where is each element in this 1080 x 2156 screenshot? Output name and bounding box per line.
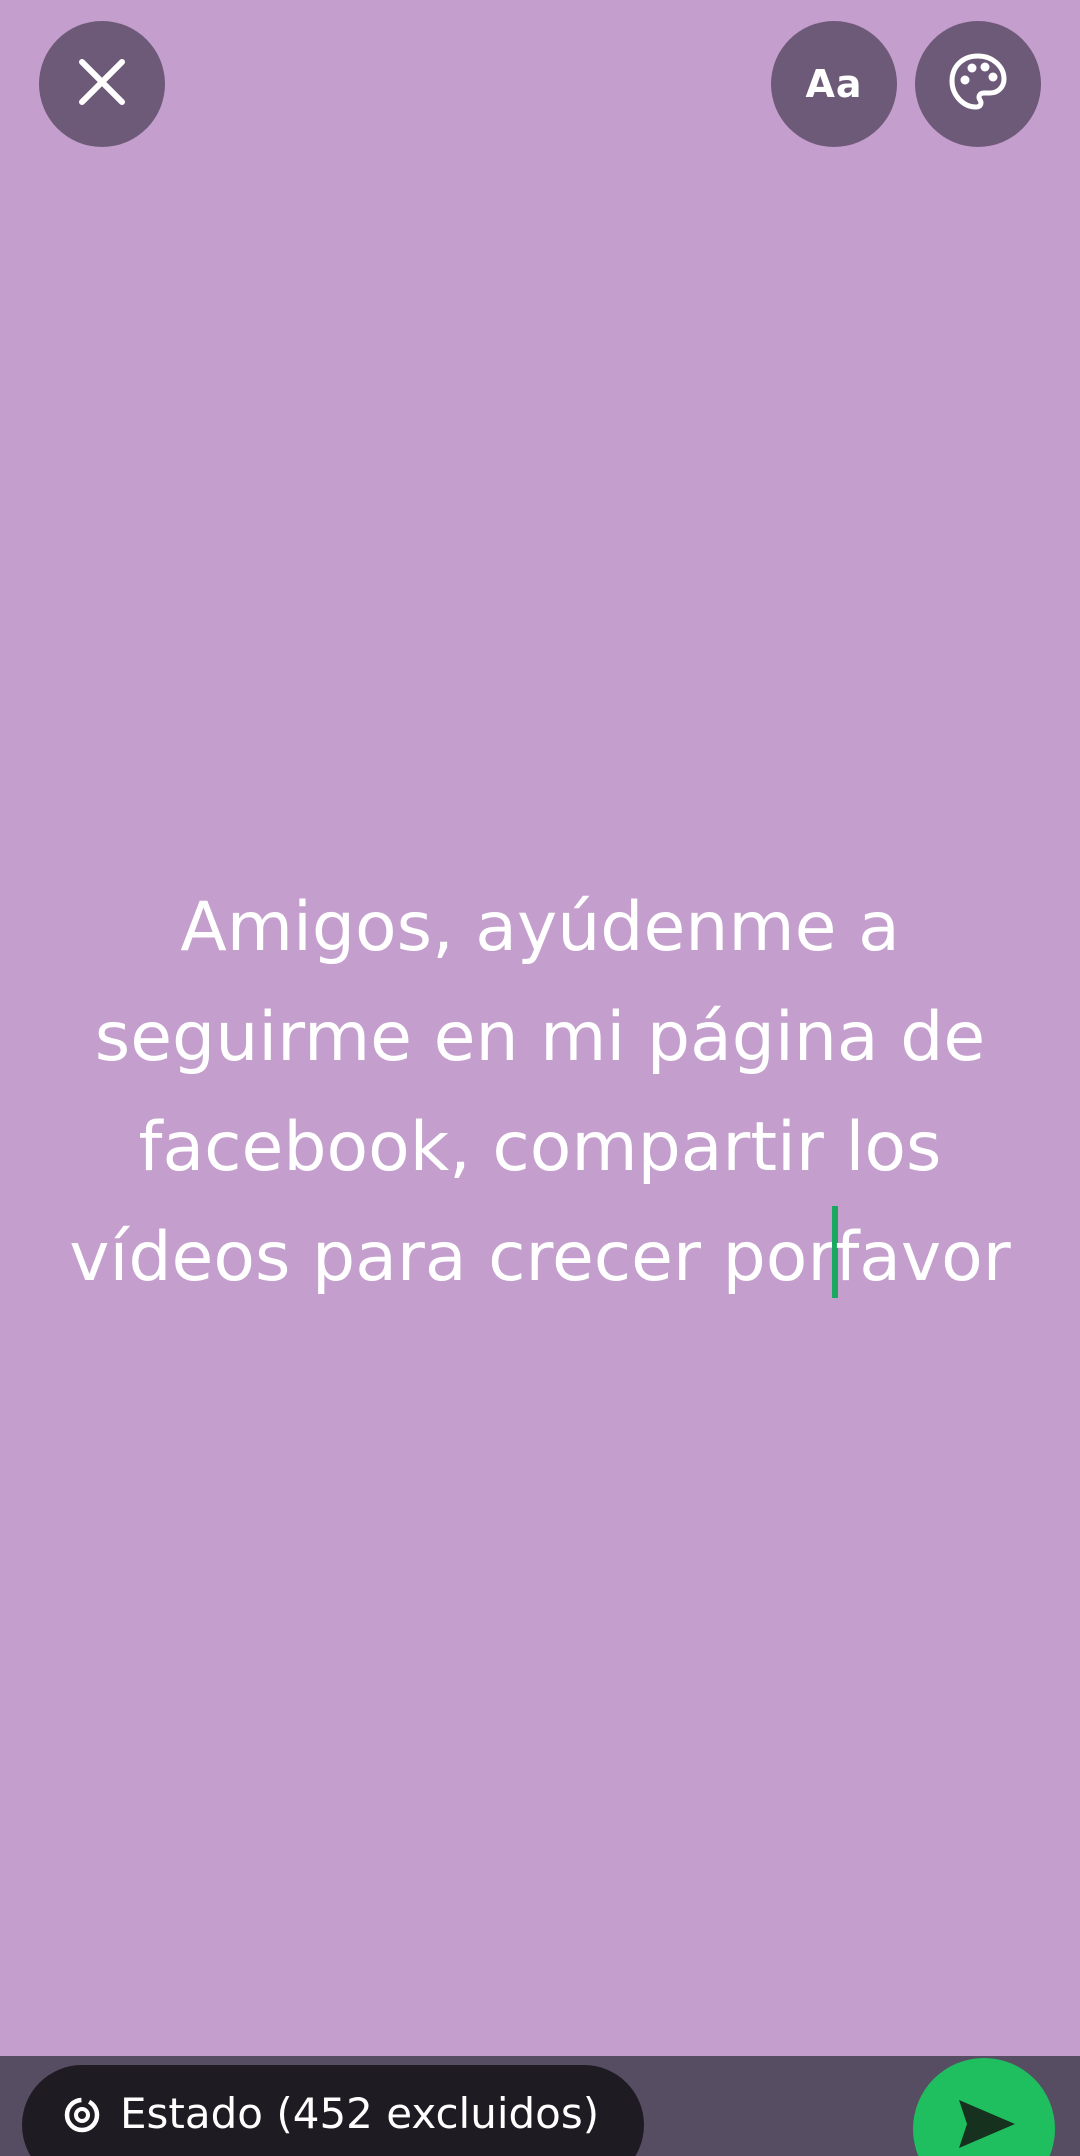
send-icon — [955, 2092, 1019, 2156]
status-ring-icon — [62, 2095, 102, 2139]
status-text-input[interactable]: Amigos, ayúdenme a seguirme en mi página… — [40, 873, 1040, 1313]
status-audience-label: Estado (452 excluidos) — [120, 2089, 600, 2138]
close-icon — [74, 54, 130, 114]
status-text-after-caret: favor — [835, 1218, 1011, 1297]
status-audience-button[interactable]: Estado (452 excluidos) — [22, 2065, 644, 2156]
close-button[interactable] — [39, 21, 165, 147]
background-color-button[interactable] — [915, 21, 1041, 147]
font-style-button[interactable]: Aa — [771, 21, 897, 147]
font-style-label: Aa — [805, 62, 863, 106]
palette-icon — [946, 50, 1010, 118]
